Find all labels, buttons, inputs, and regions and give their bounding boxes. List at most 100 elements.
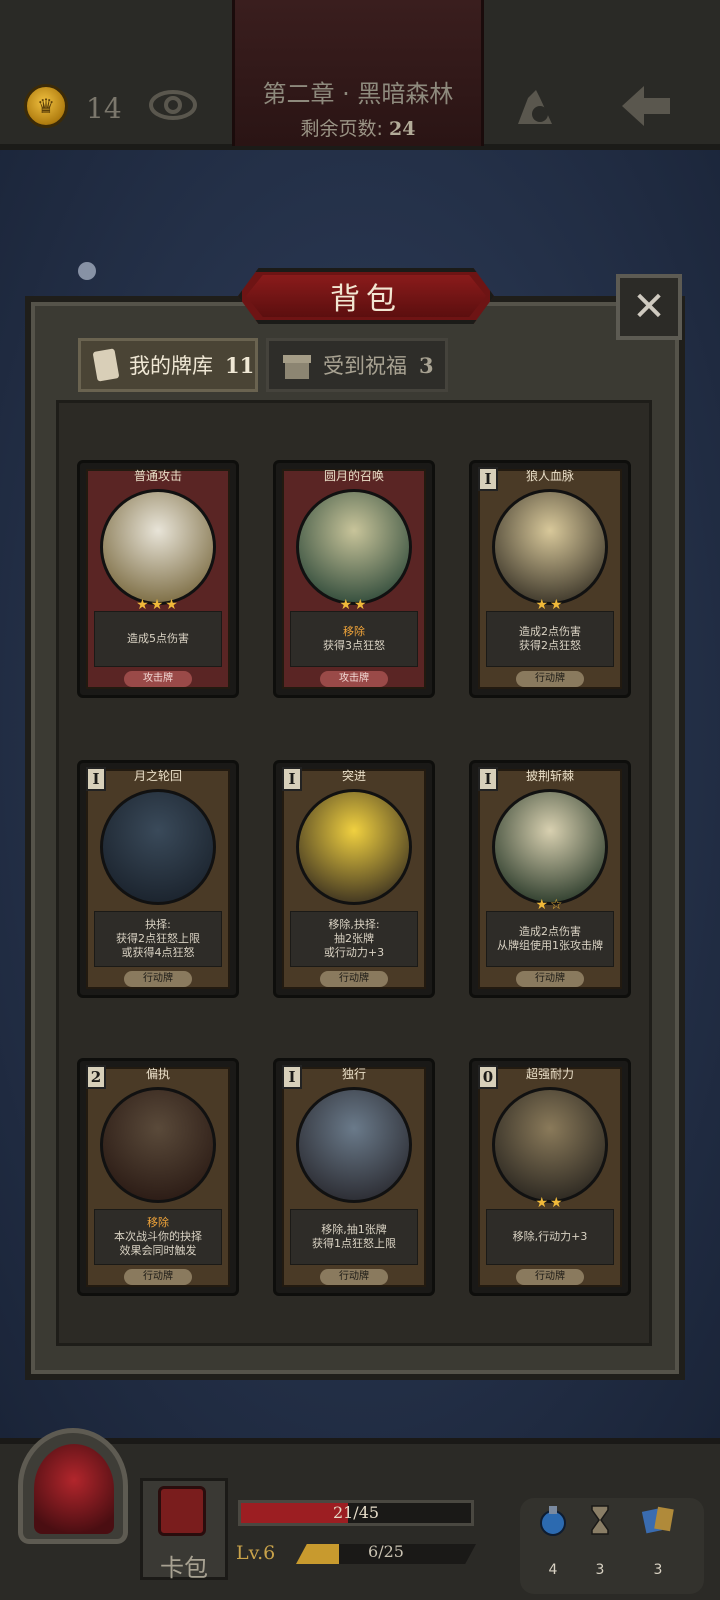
werewolf-avatar-icon xyxy=(34,1444,114,1534)
coin-count: 14 xyxy=(86,92,122,125)
cards-icon xyxy=(641,1506,674,1534)
card-cost-badge: I xyxy=(282,1065,302,1089)
chapter-title: 第二章 · 黑暗森林 xyxy=(262,80,454,108)
card-description-line: 从牌组使用1张攻击牌 xyxy=(497,939,603,952)
eye-icon[interactable] xyxy=(148,88,198,122)
card-art-icon xyxy=(296,789,412,905)
card-description: 移除,抽1张牌 获得1点狂怒上限 xyxy=(290,1209,418,1265)
pages-remaining-value: 24 xyxy=(389,118,416,140)
card-type-label: 行动牌 xyxy=(516,971,584,987)
card-0[interactable]: 普通攻击 ★★★ 造成5点伤害 攻击牌 xyxy=(77,460,239,698)
card-type-label: 行动牌 xyxy=(516,1269,584,1285)
tab-blessings[interactable]: 受到祝福 3 xyxy=(266,338,448,392)
card-description-line: 造成2点伤害 xyxy=(519,925,581,938)
pages-remaining-label: 剩余页数: xyxy=(300,118,383,140)
resource-potion[interactable]: 4 xyxy=(533,1504,573,1578)
coin-icon: ♛ xyxy=(24,84,68,128)
card-description-line: 造成2点伤害 xyxy=(519,625,581,638)
card-type-label: 行动牌 xyxy=(320,1269,388,1285)
backpack-book-icon xyxy=(158,1486,206,1536)
card-type-label: 行动牌 xyxy=(124,1269,192,1285)
card-description: 造成2点伤害 获得2点狂怒 xyxy=(486,611,614,667)
tab-count: 3 xyxy=(419,352,434,378)
tab-count: 11 xyxy=(225,352,255,378)
resource-hourglass[interactable]: 3 xyxy=(580,1504,620,1578)
card-art-icon xyxy=(100,489,216,605)
card-title: 普通攻击 xyxy=(133,469,182,483)
card-3[interactable]: 月之轮回 I 抉择: 获得2点狂怒上限 或获得4点狂怒 行动牌 xyxy=(77,760,239,998)
hp-text: 21/45 xyxy=(332,1503,380,1522)
card-type-label: 行动牌 xyxy=(124,971,192,987)
card-description-line: 造成5点伤害 xyxy=(127,632,189,645)
card-2[interactable]: 狼人血脉 I ★★ 造成2点伤害 获得2点狂怒 行动牌 xyxy=(469,460,631,698)
card-5[interactable]: 披荆斩棘 I ★☆ 造成2点伤害 从牌组使用1张攻击牌 行动牌 xyxy=(469,760,631,998)
card-description-line: 移除,行动力+3 xyxy=(512,1230,588,1243)
card-art-icon xyxy=(492,789,608,905)
card-description-line: 移除 xyxy=(147,1216,169,1229)
card-1[interactable]: 圆月的召唤 ★★ 移除 获得3点狂怒 攻击牌 xyxy=(273,460,435,698)
level-label: Lv.6 xyxy=(236,1542,276,1564)
xp-text: 6/25 xyxy=(368,1542,404,1561)
card-description-line: 本次战斗你的抉择 xyxy=(114,1230,202,1243)
card-description-line: 获得2点狂怒 xyxy=(519,639,581,652)
card-6[interactable]: 偏执 2 移除 本次战斗你的抉择 效果会同时触发 行动牌 xyxy=(77,1058,239,1296)
close-button[interactable]: ✕ xyxy=(616,274,682,340)
card-description-line: 获得1点狂怒上限 xyxy=(312,1237,396,1250)
hourglass-icon xyxy=(591,1505,609,1535)
card-cost-badge: I xyxy=(478,467,498,491)
panel-title: 背包 xyxy=(330,282,402,317)
card-type-label: 行动牌 xyxy=(516,671,584,687)
tab-label: 我的牌库 xyxy=(129,354,213,378)
card-type-label: 攻击牌 xyxy=(124,671,192,687)
backpack-label: 卡包 xyxy=(160,1554,208,1582)
card-art-icon xyxy=(492,1087,608,1203)
card-icon xyxy=(92,348,120,382)
back-arrow-icon[interactable] xyxy=(618,82,674,130)
card-description-line: 获得2点狂怒上限 xyxy=(116,932,200,945)
card-8[interactable]: 超强耐力 0 ★★ 移除,行动力+3 行动牌 xyxy=(469,1058,631,1296)
card-description-line: 移除,抽1张牌 xyxy=(321,1223,387,1236)
card-cost-badge: I xyxy=(86,767,106,791)
resource-count: 4 xyxy=(548,1562,558,1578)
card-type-label: 攻击牌 xyxy=(320,671,388,687)
card-cost-badge: 2 xyxy=(86,1065,106,1089)
tab-my-deck[interactable]: 我的牌库 11 xyxy=(78,338,258,392)
card-description-line: 获得3点狂怒 xyxy=(323,639,385,652)
card-description-line: 抉择: xyxy=(145,918,171,931)
card-cost-badge: I xyxy=(282,767,302,791)
card-cost-badge: I xyxy=(478,767,498,791)
card-type-label: 行动牌 xyxy=(320,971,388,987)
card-description: 抉择: 获得2点狂怒上限 或获得4点狂怒 xyxy=(94,911,222,967)
card-description-line: 抽2张牌 xyxy=(334,932,374,945)
card-4[interactable]: 突进 I 移除,抉择: 抽2张牌 或行动力+3 行动牌 xyxy=(273,760,435,998)
resource-count: 3 xyxy=(653,1562,663,1578)
card-description-line: 移除 xyxy=(343,625,365,638)
resource-count: 3 xyxy=(595,1562,605,1578)
card-7[interactable]: 独行 I 移除,抽1张牌 获得1点狂怒上限 行动牌 xyxy=(273,1058,435,1296)
card-description: 造成2点伤害 从牌组使用1张攻击牌 xyxy=(486,911,614,967)
card-cost-badge: 0 xyxy=(478,1065,498,1089)
card-description: 造成5点伤害 xyxy=(94,611,222,667)
tab-label: 受到祝福 xyxy=(323,354,407,378)
snowflake xyxy=(78,262,96,280)
resource-cards[interactable]: 3 xyxy=(638,1504,678,1578)
card-description: 移除,行动力+3 xyxy=(486,1209,614,1265)
potion-icon[interactable] xyxy=(510,84,560,128)
card-description: 移除 获得3点狂怒 xyxy=(290,611,418,667)
card-art-icon xyxy=(492,489,608,605)
card-title: 圆月的召唤 xyxy=(323,469,384,483)
close-icon: ✕ xyxy=(632,284,666,330)
card-description-line: 或获得4点狂怒 xyxy=(121,946,195,959)
card-art-icon xyxy=(100,1087,216,1203)
card-description: 移除 本次战斗你的抉择 效果会同时触发 xyxy=(94,1209,222,1265)
pages-remaining: 剩余页数: 24 xyxy=(232,114,484,141)
card-art-icon xyxy=(296,489,412,605)
potion-flask-icon xyxy=(540,1506,566,1536)
gift-icon xyxy=(283,351,311,379)
card-description-line: 移除,抉择: xyxy=(328,918,380,931)
card-description-line: 效果会同时触发 xyxy=(119,1244,197,1257)
card-description: 移除,抉择: 抽2张牌 或行动力+3 xyxy=(290,911,418,967)
card-art-icon xyxy=(296,1087,412,1203)
card-description-line: 或行动力+3 xyxy=(323,946,385,959)
card-art-icon xyxy=(100,789,216,905)
